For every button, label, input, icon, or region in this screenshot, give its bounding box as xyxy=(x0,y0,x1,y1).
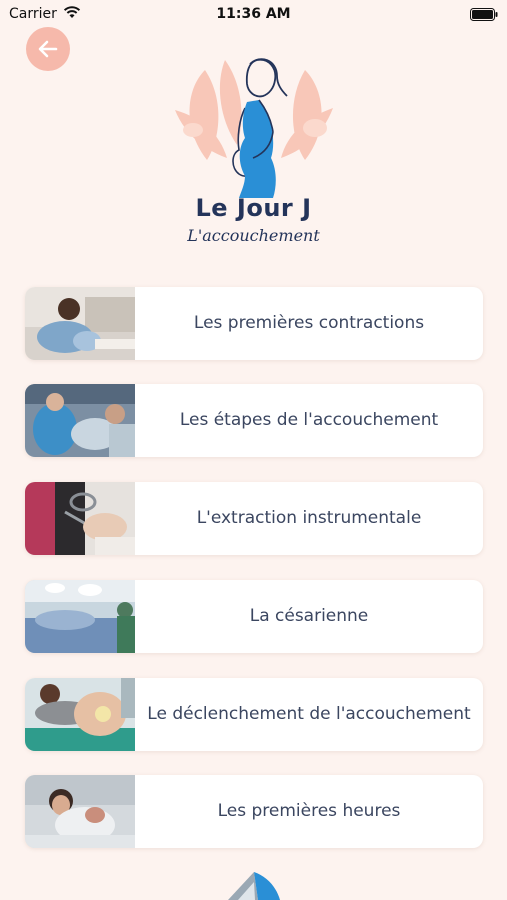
sponsor-logo-icon xyxy=(228,872,280,900)
menu-item-label: L'extraction instrumentale xyxy=(196,508,422,528)
photo-mother-newborn xyxy=(25,775,135,848)
photo-monitoring-belly xyxy=(25,678,135,751)
logo-title: Le Jour J xyxy=(195,194,312,222)
status-bar: Carrier 11:36 AM xyxy=(0,0,507,28)
menu-item-etapes-accouchement[interactable]: Les étapes de l'accouchement xyxy=(25,384,483,457)
menu-item-premieres-contractions[interactable]: Les premières contractions xyxy=(25,287,483,360)
pregnant-woman-logo-icon xyxy=(175,58,333,198)
battery-icon xyxy=(470,8,498,21)
arrow-left-icon xyxy=(38,40,58,58)
menu-item-premieres-heures[interactable]: Les premières heures xyxy=(25,775,483,848)
menu-item-label: Les étapes de l'accouchement xyxy=(179,410,439,430)
menu-item-label: Les premières contractions xyxy=(193,313,425,333)
logo-subtitle: L'accouchement xyxy=(187,226,320,245)
menu-item-extraction-instrumentale[interactable]: L'extraction instrumentale xyxy=(25,482,483,555)
back-button[interactable] xyxy=(26,27,70,71)
menu-item-label: La césarienne xyxy=(249,606,369,626)
screen: Carrier 11:36 AM Le Jour J L'accouchemen… xyxy=(0,0,507,900)
clock: 11:36 AM xyxy=(216,6,291,22)
menu-item-label: Les premières heures xyxy=(217,801,401,821)
photo-operating-room xyxy=(25,580,135,653)
photo-delivery-room xyxy=(25,384,135,457)
menu-item-cesarienne[interactable]: La césarienne xyxy=(25,580,483,653)
photo-instruments xyxy=(25,482,135,555)
photo-pregnant-woman-sofa xyxy=(25,287,135,360)
menu-item-label: Le déclenchement de l'accouchement xyxy=(147,704,471,724)
menu-item-declenchement[interactable]: Le déclenchement de l'accouchement xyxy=(25,678,483,751)
